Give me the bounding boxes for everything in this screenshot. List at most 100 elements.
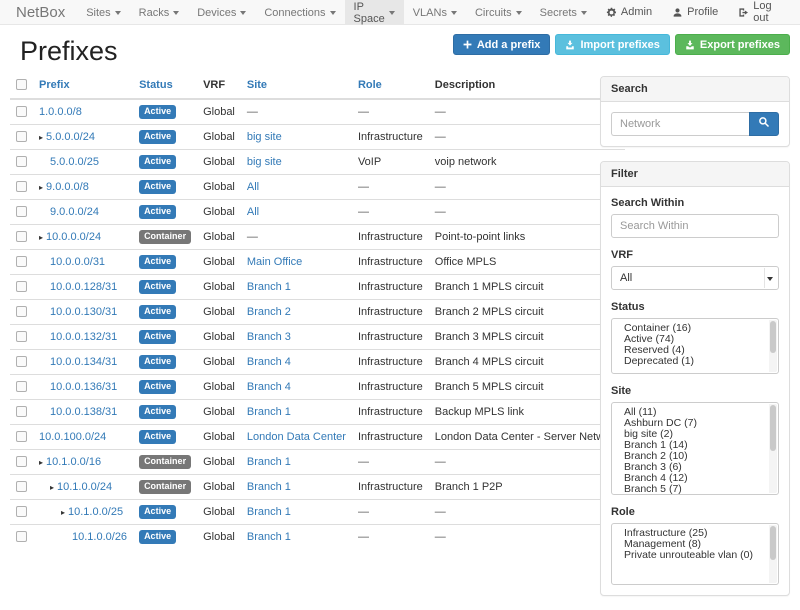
prefix-link[interactable]: 5.0.0.0/25 bbox=[50, 156, 99, 168]
row-checkbox[interactable] bbox=[16, 306, 27, 317]
role-listbox[interactable]: Infrastructure (25)Management (8)Private… bbox=[611, 523, 779, 585]
nav-link[interactable]: VLANs bbox=[404, 0, 466, 25]
prefix-link[interactable]: 10.0.0.134/31 bbox=[50, 356, 117, 368]
row-checkbox[interactable] bbox=[16, 456, 27, 467]
site-link[interactable]: London Data Center bbox=[247, 431, 346, 443]
site-link[interactable]: Branch 4 bbox=[247, 381, 291, 393]
import-prefixes-button[interactable]: Import prefixes bbox=[555, 34, 669, 55]
nav-item-circuits[interactable]: Circuits bbox=[466, 0, 531, 24]
column-header-site[interactable]: Site bbox=[241, 75, 352, 99]
site-link[interactable]: Branch 2 bbox=[247, 306, 291, 318]
prefix-link[interactable]: 10.0.0.138/31 bbox=[50, 406, 117, 418]
nav-link[interactable]: Connections bbox=[255, 0, 344, 25]
prefix-link[interactable]: 10.1.0.0/26 bbox=[72, 531, 127, 543]
site-link[interactable]: All bbox=[247, 181, 259, 193]
prefix-link[interactable]: 1.0.0.0/8 bbox=[39, 106, 82, 118]
row-checkbox[interactable] bbox=[16, 531, 27, 542]
row-checkbox[interactable] bbox=[16, 331, 27, 342]
row-checkbox[interactable] bbox=[16, 156, 27, 167]
row-checkbox[interactable] bbox=[16, 181, 27, 192]
prefix-link[interactable]: 10.1.0.0/24 bbox=[57, 481, 112, 493]
site-link[interactable]: big site bbox=[247, 156, 282, 168]
site-link[interactable]: Branch 1 bbox=[247, 481, 291, 493]
column-header-role[interactable]: Role bbox=[352, 75, 429, 99]
nav-item-vlans[interactable]: VLANs bbox=[404, 0, 466, 24]
status-scrollbar[interactable] bbox=[769, 320, 777, 372]
status-cell: Active bbox=[133, 424, 197, 449]
search-button[interactable] bbox=[749, 112, 779, 136]
row-checkbox[interactable] bbox=[16, 381, 27, 392]
status-option[interactable]: Deprecated (1) bbox=[612, 356, 778, 367]
nav-item-sites[interactable]: Sites bbox=[77, 0, 129, 24]
log-out-link[interactable]: Log out bbox=[728, 0, 786, 24]
nav-link[interactable]: IP Space bbox=[345, 0, 404, 25]
app-brand[interactable]: NetBox bbox=[0, 0, 77, 24]
role-option[interactable]: Infrastructure (25) bbox=[612, 528, 778, 539]
site-link[interactable]: Main Office bbox=[247, 256, 302, 268]
site-link[interactable]: Branch 3 bbox=[247, 331, 291, 343]
row-checkbox[interactable] bbox=[16, 356, 27, 367]
row-checkbox[interactable] bbox=[16, 231, 27, 242]
prefix-link[interactable]: 10.0.0.128/31 bbox=[50, 281, 117, 293]
row-checkbox[interactable] bbox=[16, 106, 27, 117]
column-header-prefix[interactable]: Prefix bbox=[33, 75, 133, 99]
row-checkbox[interactable] bbox=[16, 131, 27, 142]
export-prefixes-button[interactable]: Export prefixes bbox=[675, 34, 790, 55]
row-checkbox[interactable] bbox=[16, 431, 27, 442]
site-link[interactable]: All bbox=[247, 206, 259, 218]
admin-link[interactable]: Admin bbox=[596, 0, 662, 24]
nav-link[interactable]: Secrets bbox=[531, 0, 596, 25]
site-scrollbar[interactable] bbox=[769, 404, 777, 493]
prefix-link[interactable]: 10.1.0.0/16 bbox=[46, 456, 101, 468]
nav-link[interactable]: Sites bbox=[77, 0, 129, 25]
site-link[interactable]: Branch 1 bbox=[247, 531, 291, 543]
column-header-status[interactable]: Status bbox=[133, 75, 197, 99]
select-all-checkbox[interactable] bbox=[16, 79, 27, 90]
site-link[interactable]: Branch 1 bbox=[247, 406, 291, 418]
status-listbox[interactable]: Container (16)Active (74)Reserved (4)Dep… bbox=[611, 318, 779, 374]
nav-item-secrets[interactable]: Secrets bbox=[531, 0, 596, 24]
role-option[interactable]: Management (8) bbox=[612, 539, 778, 550]
nav-link[interactable]: Devices bbox=[188, 0, 255, 25]
row-checkbox[interactable] bbox=[16, 406, 27, 417]
prefix-link[interactable]: 5.0.0.0/24 bbox=[46, 131, 95, 143]
row-checkbox[interactable] bbox=[16, 481, 27, 492]
site-cell: Branch 1 bbox=[241, 499, 352, 524]
nav-item-racks[interactable]: Racks bbox=[130, 0, 189, 24]
site-link[interactable]: Branch 1 bbox=[247, 506, 291, 518]
site-link[interactable]: Branch 4 bbox=[247, 356, 291, 368]
site-listbox[interactable]: All (11)Ashburn DC (7)big site (2)Branch… bbox=[611, 402, 779, 495]
nav-link[interactable]: Racks bbox=[130, 0, 189, 25]
site-link[interactable]: Branch 1 bbox=[247, 456, 291, 468]
add-prefix-button[interactable]: Add a prefix bbox=[453, 34, 551, 55]
row-checkbox[interactable] bbox=[16, 506, 27, 517]
row-checkbox[interactable] bbox=[16, 256, 27, 267]
nav-item-ip-space[interactable]: IP Space bbox=[345, 0, 404, 24]
role-option[interactable]: Private unrouteable vlan (0) bbox=[612, 550, 778, 561]
prefix-link[interactable]: 10.0.0.0/24 bbox=[46, 231, 101, 243]
site-link[interactable]: Branch 1 bbox=[247, 281, 291, 293]
prefix-link[interactable]: 10.0.0.132/31 bbox=[50, 331, 117, 343]
nav-link[interactable]: Circuits bbox=[466, 0, 531, 25]
vrf-cell: Global bbox=[197, 124, 241, 149]
prefix-link[interactable]: 10.0.0.136/31 bbox=[50, 381, 117, 393]
profile-link[interactable]: Profile bbox=[662, 0, 728, 24]
status-badge: Active bbox=[139, 530, 176, 544]
row-checkbox[interactable] bbox=[16, 281, 27, 292]
search-within-input[interactable] bbox=[611, 214, 779, 238]
prefix-link[interactable]: 9.0.0.0/24 bbox=[50, 206, 99, 218]
vrf-select[interactable]: All bbox=[611, 266, 779, 290]
nav-item-devices[interactable]: Devices bbox=[188, 0, 255, 24]
prefix-link[interactable]: 10.0.100.0/24 bbox=[39, 431, 106, 443]
status-cell: Active bbox=[133, 99, 197, 125]
role-cell: — bbox=[352, 199, 429, 224]
prefix-link[interactable]: 9.0.0.0/8 bbox=[46, 181, 89, 193]
site-link[interactable]: big site bbox=[247, 131, 282, 143]
row-checkbox[interactable] bbox=[16, 206, 27, 217]
search-input[interactable] bbox=[611, 112, 749, 136]
nav-item-connections[interactable]: Connections bbox=[255, 0, 344, 24]
prefix-link[interactable]: 10.0.0.0/31 bbox=[50, 256, 105, 268]
role-scrollbar[interactable] bbox=[769, 525, 777, 583]
prefix-link[interactable]: 10.0.0.130/31 bbox=[50, 306, 117, 318]
prefix-link[interactable]: 10.1.0.0/25 bbox=[68, 506, 123, 518]
